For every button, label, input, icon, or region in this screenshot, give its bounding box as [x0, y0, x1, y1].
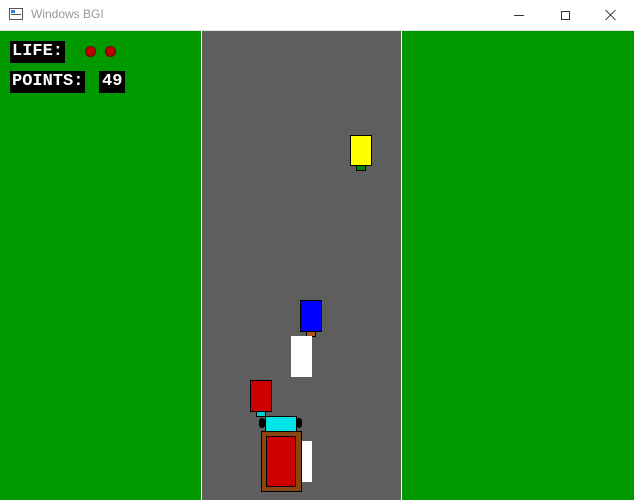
game-canvas[interactable]: LIFE: POINTS: 49 — [0, 31, 634, 500]
life-label: LIFE: — [10, 41, 66, 63]
road — [201, 31, 402, 500]
player-truck-cab — [265, 416, 297, 432]
title-bar: Windows BGI — [0, 0, 634, 31]
red-car — [250, 380, 272, 412]
yellow-car-bumper — [356, 165, 366, 171]
minimize-icon — [514, 14, 524, 16]
life-indicator — [105, 46, 116, 57]
points-value: 49 — [99, 71, 126, 93]
app-icon — [9, 8, 23, 20]
yellow-car — [350, 135, 372, 166]
window-title: Windows BGI — [31, 7, 104, 21]
lane-marking — [291, 336, 312, 377]
points-label: POINTS: — [10, 71, 86, 93]
player-truck-cargo — [266, 436, 296, 487]
close-button[interactable] — [588, 0, 634, 30]
close-icon — [605, 9, 617, 21]
maximize-icon — [560, 10, 570, 20]
maximize-button[interactable] — [542, 0, 588, 30]
minimize-button[interactable] — [496, 0, 542, 30]
life-indicator — [85, 46, 96, 57]
blue-car — [300, 300, 322, 332]
lane-marking — [301, 441, 312, 482]
